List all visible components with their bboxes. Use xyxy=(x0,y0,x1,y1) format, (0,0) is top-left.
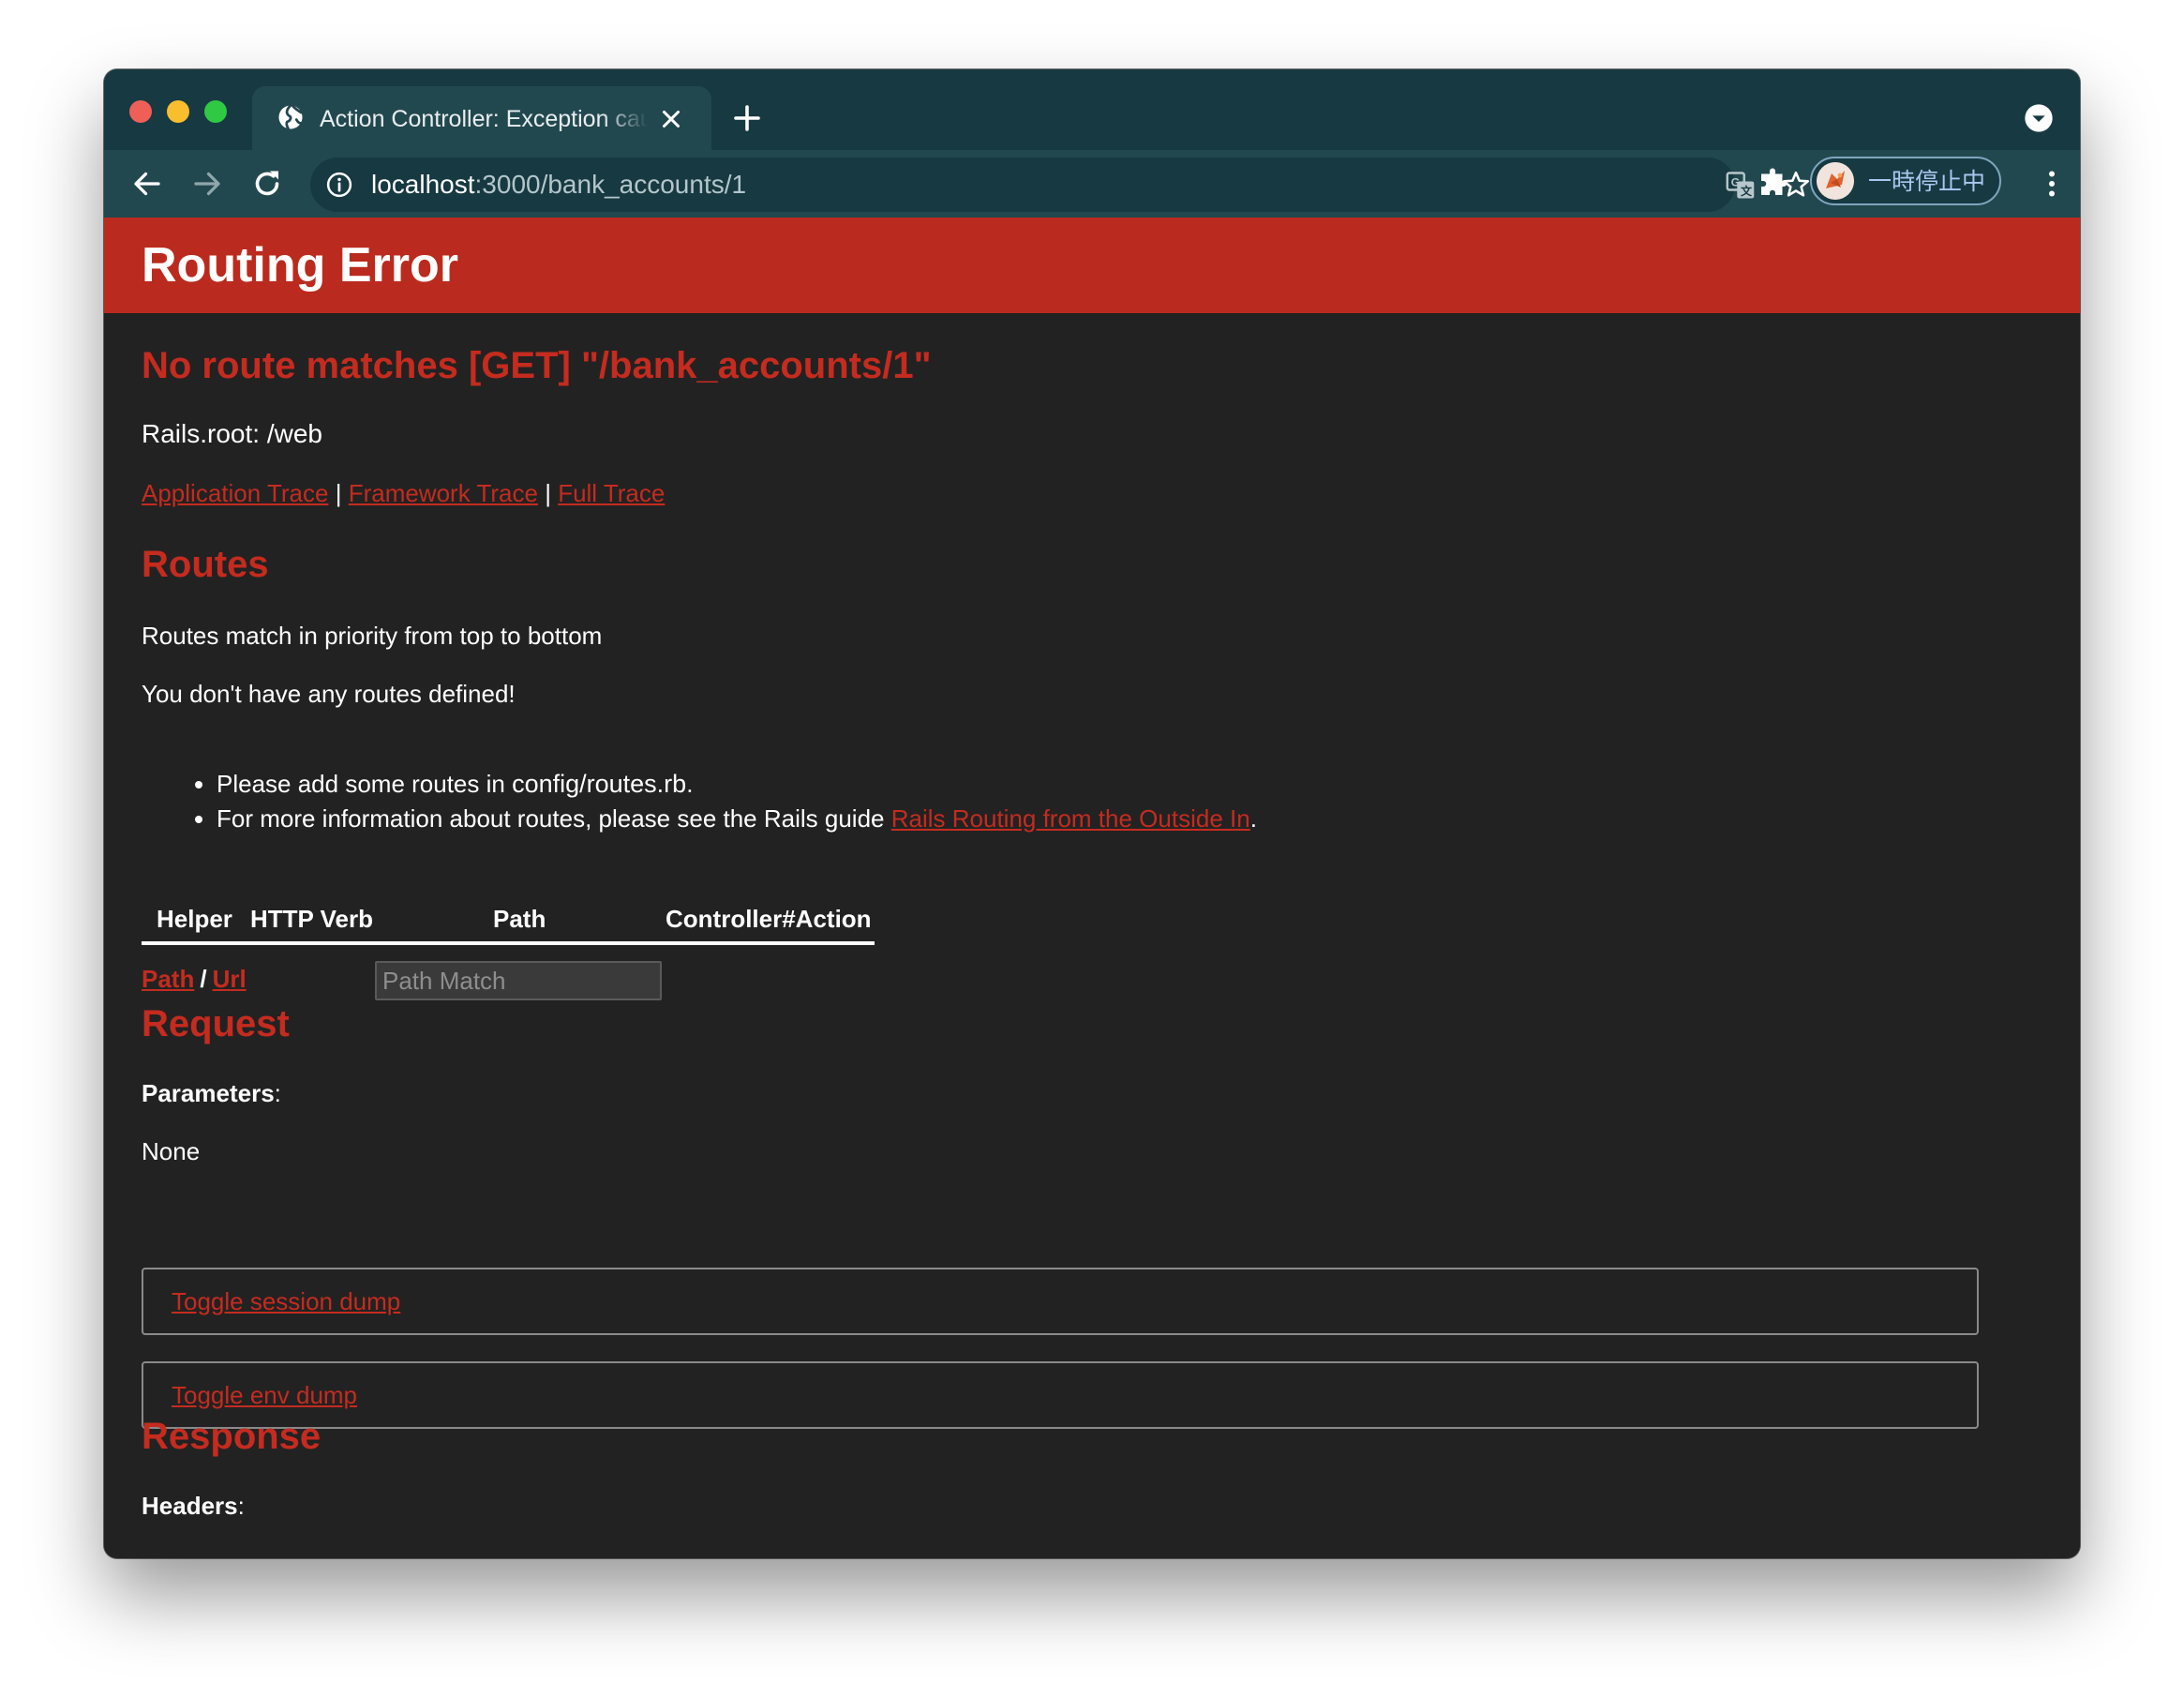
close-icon[interactable] xyxy=(657,105,685,133)
close-window-button[interactable] xyxy=(129,100,152,123)
column-header-path: Path xyxy=(493,905,546,933)
env-dump-panel: Toggle env dump xyxy=(142,1361,1979,1429)
page-title: Routing Error xyxy=(142,238,458,293)
framework-trace-link[interactable]: Framework Trace xyxy=(349,479,538,507)
bullet-suffix: . xyxy=(1249,804,1257,833)
globe-icon xyxy=(277,103,305,131)
page-content: Routing Error No route matches [GET] "/b… xyxy=(104,218,2080,1558)
tab-title: Action Controller: Exception caught xyxy=(320,106,648,132)
minimize-window-button[interactable] xyxy=(167,100,189,123)
puzzle-icon[interactable] xyxy=(1756,167,1789,201)
arrow-left-icon[interactable] xyxy=(130,167,164,201)
routes-heading: Routes xyxy=(142,544,269,585)
kebab-menu-icon[interactable] xyxy=(2035,167,2069,201)
parameters-value: None xyxy=(142,1137,201,1165)
routes-file-name: config/routes.rb xyxy=(512,770,687,798)
rails-routing-guide-link[interactable]: Rails Routing from the Outside In xyxy=(891,804,1250,833)
column-header-controller-action: Controller#Action xyxy=(666,905,872,933)
profile-status-label: 一時停止中 xyxy=(1868,169,1986,195)
label-colon: : xyxy=(274,1079,281,1107)
bullet-suffix: . xyxy=(686,770,694,798)
list-item: For more information about routes, pleas… xyxy=(217,802,1257,836)
full-trace-link[interactable]: Full Trace xyxy=(558,479,665,507)
headers-label: Headers xyxy=(142,1492,238,1520)
helper-toggle: Path / Url xyxy=(142,964,247,994)
routes-priority-note: Routes match in priority from top to bot… xyxy=(142,622,603,650)
label-colon: : xyxy=(237,1492,245,1520)
avatar xyxy=(1817,162,1854,200)
reload-icon[interactable] xyxy=(250,167,284,201)
trace-separator: | xyxy=(335,479,342,507)
url-helper-link[interactable]: Url xyxy=(213,965,247,993)
error-header: Routing Error xyxy=(104,218,2080,313)
routes-table-header: Helper HTTP Verb Path Controller#Action xyxy=(142,900,875,945)
info-icon[interactable] xyxy=(325,171,353,199)
parameters-label: Parameters xyxy=(142,1079,275,1107)
tab-strip: Action Controller: Exception caught xyxy=(104,69,2080,150)
request-heading: Request xyxy=(142,1003,290,1044)
column-header-http-verb: HTTP Verb xyxy=(250,905,374,933)
screenshot-stage: Action Controller: Exception caught xyxy=(0,0,2184,1697)
browser-toolbar: localhost:3000/bank_accounts/1 G 文 一時停止中 xyxy=(104,150,2080,218)
session-dump-panel: Toggle session dump xyxy=(142,1268,1979,1335)
bullet-text: Please add some routes in xyxy=(217,770,513,798)
arrow-right-icon[interactable] xyxy=(190,167,224,201)
bullet-text: For more information about routes, pleas… xyxy=(217,804,891,833)
application-trace-link[interactable]: Application Trace xyxy=(142,479,328,507)
url-host: localhost xyxy=(371,170,475,199)
translate-icon[interactable]: G 文 xyxy=(1724,169,1758,203)
trace-links: Application Trace | Framework Trace | Fu… xyxy=(142,478,665,508)
url-path: :3000/bank_accounts/1 xyxy=(474,170,747,199)
list-item: Please add some routes in config/routes.… xyxy=(217,767,1257,802)
plus-icon[interactable] xyxy=(730,101,764,135)
svg-text:G: G xyxy=(1731,175,1740,188)
parameters-label-line: Parameters: xyxy=(142,1078,281,1108)
tab-active[interactable]: Action Controller: Exception caught xyxy=(252,86,711,150)
rails-root: Rails.root: /web xyxy=(142,419,322,448)
url-text[interactable]: localhost:3000/bank_accounts/1 xyxy=(371,169,746,201)
column-header-helper: Helper xyxy=(157,905,232,933)
error-message: No route matches [GET] "/bank_accounts/1… xyxy=(142,345,932,386)
response-heading: Response xyxy=(142,1416,322,1457)
profile-button[interactable]: 一時停止中 xyxy=(1810,157,2001,205)
path-match-input[interactable] xyxy=(375,961,662,1000)
toggle-env-dump-link[interactable]: Toggle env dump xyxy=(172,1380,357,1410)
svg-text:文: 文 xyxy=(1741,184,1753,198)
headers-label-line: Headers: xyxy=(142,1491,245,1521)
routes-help-list: Please add some routes in config/routes.… xyxy=(142,767,1257,836)
path-helper-link[interactable]: Path xyxy=(142,965,194,993)
zoom-window-button[interactable] xyxy=(204,100,227,123)
address-bar[interactable]: localhost:3000/bank_accounts/1 G 文 xyxy=(310,158,1810,212)
chevron-down-circle-icon[interactable] xyxy=(2024,103,2054,133)
helper-separator: / xyxy=(200,965,207,993)
toggle-session-dump-link[interactable]: Toggle session dump xyxy=(172,1286,400,1316)
trace-separator: | xyxy=(545,479,551,507)
browser-window: Action Controller: Exception caught xyxy=(104,69,2080,1558)
no-routes-message: You don't have any routes defined! xyxy=(142,680,516,708)
